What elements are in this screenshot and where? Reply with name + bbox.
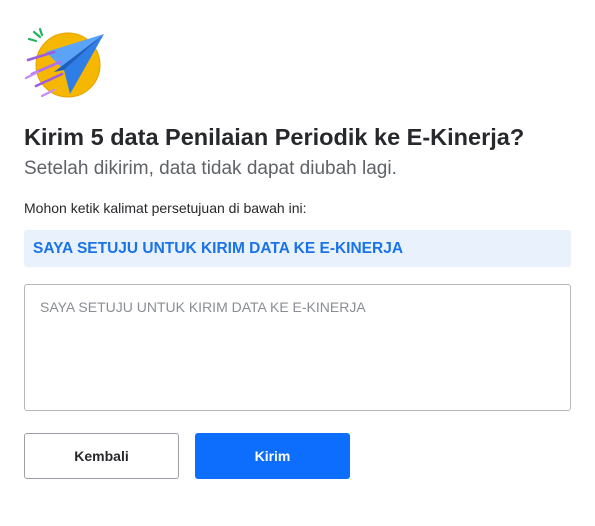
confirmation-phrase-box: SAYA SETUJU UNTUK KIRIM DATA KE E-KINERJ… <box>24 230 571 267</box>
instruction-text: Mohon ketik kalimat persetujuan di bawah… <box>24 200 307 216</box>
dialog-subtitle: Setelah dikirim, data tidak dapat diubah… <box>24 158 397 179</box>
back-button[interactable]: Kembali <box>24 433 179 479</box>
dialog-actions: Kembali Kirim <box>24 433 571 479</box>
send-button[interactable]: Kirim <box>195 433 350 479</box>
confirmation-phrase: SAYA SETUJU UNTUK KIRIM DATA KE E-KINERJ… <box>33 239 404 257</box>
dialog-title: Kirim 5 data Penilaian Periodik ke E-Kin… <box>24 124 525 150</box>
confirmation-input[interactable] <box>24 284 571 411</box>
confirmation-dialog: Kirim 5 data Penilaian Periodik ke E-Kin… <box>24 26 571 479</box>
paper-plane-icon <box>24 27 104 98</box>
